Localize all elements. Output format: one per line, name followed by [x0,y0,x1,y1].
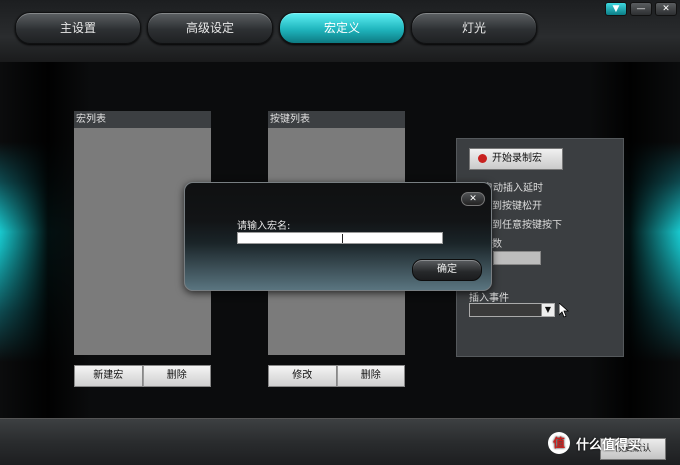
watermark: 值 什么值得买 [548,430,676,456]
start-record-button[interactable]: 开始录制宏 [469,148,563,170]
until-any-key-label: 直到任意按键按下 [482,220,562,231]
new-macro-button[interactable]: 新建宏 [74,365,143,387]
key-list-header: 按键列表 [268,111,405,128]
record-dot-icon [478,154,487,163]
macro-list-header: 宏列表 [74,111,211,128]
watermark-text: 什么值得买 [576,437,642,453]
start-record-label: 开始录制宏 [492,153,542,164]
macro-name-input[interactable] [237,232,443,244]
tab-advanced-settings[interactable]: 高级设定 [147,12,273,44]
text-caret [342,234,343,243]
edit-key-button[interactable]: 修改 [268,365,337,387]
watermark-logo: 值 [548,432,570,454]
dialog-close-icon[interactable]: ✕ [461,192,485,206]
ok-button[interactable]: 确定 [412,259,482,281]
macro-name-dialog: ✕ 请输入宏名: 确定 [184,182,492,291]
menu-dropdown-icon[interactable]: ▼ [605,2,627,16]
tab-macro[interactable]: 宏定义 [279,12,405,44]
delete-macro-button[interactable]: 删除 [142,365,211,387]
tab-main-settings[interactable]: 主设置 [15,12,141,44]
insert-event-select[interactable]: ▼ [469,303,555,317]
macro-list-buttons: 新建宏 删除 [74,365,211,387]
repeat-count-input[interactable] [493,251,541,265]
macro-name-label: 请输入宏名: [237,221,291,232]
chevron-down-icon[interactable]: ▼ [541,304,554,316]
insert-event-label: 插入事件 [469,293,509,304]
close-icon[interactable]: ✕ [655,2,677,16]
auto-insert-delay-label: 自动插入延时 [483,183,543,194]
key-list-buttons: 修改 删除 [268,365,405,387]
tab-lighting[interactable]: 灯光 [411,12,537,44]
mouse-cursor-icon [559,303,569,318]
minimize-icon[interactable]: — [630,2,652,16]
delete-key-button[interactable]: 删除 [336,365,405,387]
